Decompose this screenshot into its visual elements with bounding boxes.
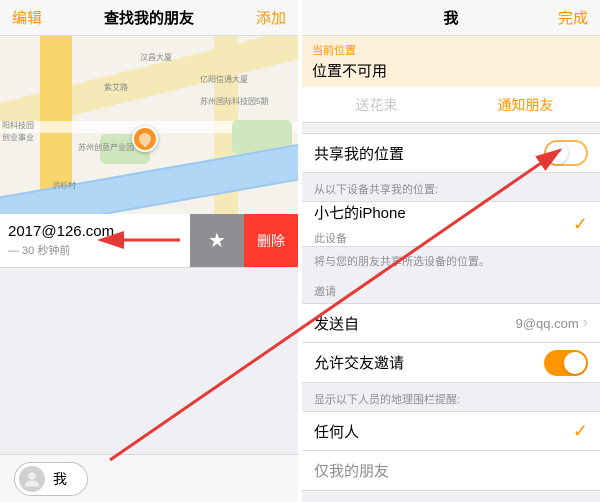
avatar-icon bbox=[19, 466, 45, 492]
banner-title: 当前位置 bbox=[312, 42, 590, 58]
check-icon: ✓ bbox=[573, 421, 588, 442]
map-label: 洪杉村 bbox=[52, 180, 76, 191]
sub-nav: 送花束 通知朋友 bbox=[302, 87, 600, 123]
friends-only-label: 仅我的朋友 bbox=[314, 460, 588, 481]
nav-title: 我 bbox=[350, 7, 552, 28]
allow-invite-label: 允许交友邀请 bbox=[314, 352, 544, 373]
friends-only-row[interactable]: 仅我的朋友 bbox=[302, 451, 600, 491]
map-label: 苏州国际科技园5期 bbox=[200, 96, 268, 107]
nav-bar-left: 编辑 查找我的朋友 添加 bbox=[0, 0, 298, 36]
add-button[interactable]: 添加 bbox=[250, 7, 286, 28]
device-sub: 此设备 bbox=[314, 230, 347, 246]
map-label: 苏州创意产业园 bbox=[78, 142, 134, 153]
delete-button[interactable]: 删除 bbox=[244, 214, 298, 267]
banner-subtitle: 位置不可用 bbox=[312, 60, 590, 81]
bottom-bar: 我 bbox=[0, 454, 298, 502]
invite-section-header: 邀请 bbox=[302, 275, 600, 303]
map-label: 阳科技园 bbox=[2, 120, 34, 131]
send-from-value: 9@qq.com bbox=[516, 316, 579, 331]
map-view[interactable]: 汉昌大厦 紫艾路 亿阳信通大厦 苏州国际科技园5期 阳科技园 创业事业 苏州创意… bbox=[0, 36, 298, 214]
map-label: 汉昌大厦 bbox=[140, 52, 172, 63]
chevron-right-icon: › bbox=[583, 314, 588, 332]
check-icon: ✓ bbox=[573, 214, 588, 235]
me-tab[interactable]: 我 bbox=[14, 462, 88, 496]
friend-timestamp: — 30 秒钟前 bbox=[8, 242, 190, 258]
allow-invite-row[interactable]: 允许交友邀请 bbox=[302, 343, 600, 383]
device-row[interactable]: 小七的iPhone 此设备 ✓ bbox=[302, 201, 600, 247]
share-location-label: 共享我的位置 bbox=[314, 143, 544, 164]
send-from-label: 发送自 bbox=[314, 313, 516, 334]
me-label: 我 bbox=[53, 469, 67, 489]
allow-invite-toggle[interactable] bbox=[544, 350, 588, 376]
nav-bar-right: 我 完成 bbox=[302, 0, 600, 36]
device-name: 小七的iPhone bbox=[314, 202, 406, 230]
map-label: 亿阳信通大厦 bbox=[200, 74, 248, 85]
friend-email: 2017@126.com bbox=[8, 223, 190, 240]
device-note: 将与您的朋友共享所选设备的位置。 bbox=[302, 247, 600, 275]
friend-pin-icon[interactable] bbox=[132, 126, 158, 152]
favorite-button[interactable]: ★ bbox=[190, 214, 244, 267]
edit-button[interactable]: 编辑 bbox=[12, 7, 48, 28]
friend-row[interactable]: 2017@126.com — 30 秒钟前 ★ 删除 bbox=[0, 214, 298, 268]
share-location-toggle[interactable] bbox=[544, 140, 588, 166]
anyone-label: 任何人 bbox=[314, 421, 573, 442]
map-label: 创业事业 bbox=[2, 132, 34, 143]
share-location-row[interactable]: 共享我的位置 bbox=[302, 133, 600, 173]
geofence-section-header: 显示以下人员的地理围栏提醒: bbox=[302, 383, 600, 411]
device-section-header: 从以下设备共享我的位置: bbox=[302, 173, 600, 201]
map-label: 紫艾路 bbox=[104, 82, 128, 93]
nav-title: 查找我的朋友 bbox=[48, 7, 250, 28]
send-flowers-tab[interactable]: 送花束 bbox=[302, 87, 451, 122]
anyone-row[interactable]: 任何人 ✓ bbox=[302, 411, 600, 451]
notify-friends-tab[interactable]: 通知朋友 bbox=[451, 87, 600, 122]
location-banner: 当前位置 位置不可用 bbox=[302, 36, 600, 87]
send-from-row[interactable]: 发送自 9@qq.com › bbox=[302, 303, 600, 343]
star-icon: ★ bbox=[208, 228, 226, 253]
done-button[interactable]: 完成 bbox=[552, 7, 588, 28]
